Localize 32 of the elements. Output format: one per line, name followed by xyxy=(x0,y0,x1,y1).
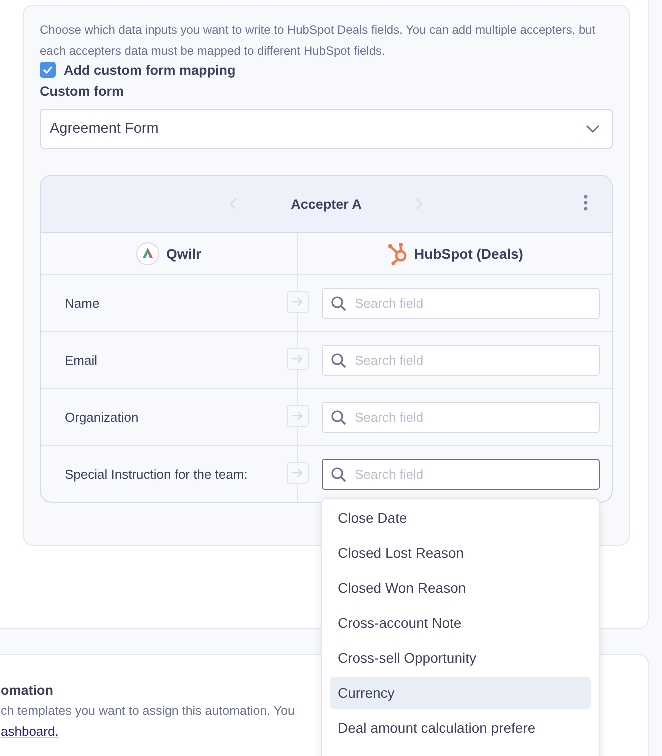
dropdown-option[interactable]: Deal amount calculation prefere xyxy=(330,712,591,744)
form-select[interactable]: Agreement Form xyxy=(40,109,613,149)
field-name: Email xyxy=(65,352,98,368)
checkbox-label: Add custom form mapping xyxy=(64,62,236,78)
field-label: Custom form xyxy=(40,84,124,99)
section-title: omation xyxy=(1,683,54,698)
description-text: Choose which data inputs you want to write to HubSpot Deals fields. You can add multiple accepters, but each accepters data must be mapped to different HubSpot fields. xyxy=(40,22,597,60)
column-header: Qwilr xyxy=(166,246,202,262)
search-icon xyxy=(331,466,347,482)
checkbox[interactable] xyxy=(40,62,56,78)
chevron-down-icon xyxy=(586,125,600,133)
dashboard-link[interactable]: ashboard. xyxy=(1,724,59,739)
search-icon xyxy=(331,410,347,426)
dropdown-option[interactable]: Currency xyxy=(330,677,591,709)
field-name: Special Instruction for the team: xyxy=(65,466,248,482)
accepter-title: Accepter A xyxy=(291,196,362,212)
column-header: HubSpot (Deals) xyxy=(414,246,524,262)
dropdown-option[interactable]: Cross-sell Opportunity xyxy=(330,642,591,674)
check-icon xyxy=(43,66,53,74)
hub-node-icon xyxy=(386,242,409,266)
search-icon xyxy=(331,296,347,312)
dropdown-option[interactable]: Close Date xyxy=(330,502,591,534)
dropdown-option[interactable]: Closed Lost Reason xyxy=(330,537,591,569)
field-name: Organization xyxy=(65,410,139,424)
search-icon xyxy=(331,352,347,368)
field-name: Name xyxy=(65,296,100,310)
more-icon[interactable] xyxy=(584,195,588,211)
qwilr-logo-icon xyxy=(136,242,160,266)
dropdown-option[interactable]: Cross-account Note xyxy=(330,607,591,639)
search-field[interactable]: Search field xyxy=(322,458,600,490)
section-description: ch templates you want to assign this automation. You xyxy=(1,704,295,718)
dropdown-option[interactable]: Closed Won Reason xyxy=(330,572,591,604)
